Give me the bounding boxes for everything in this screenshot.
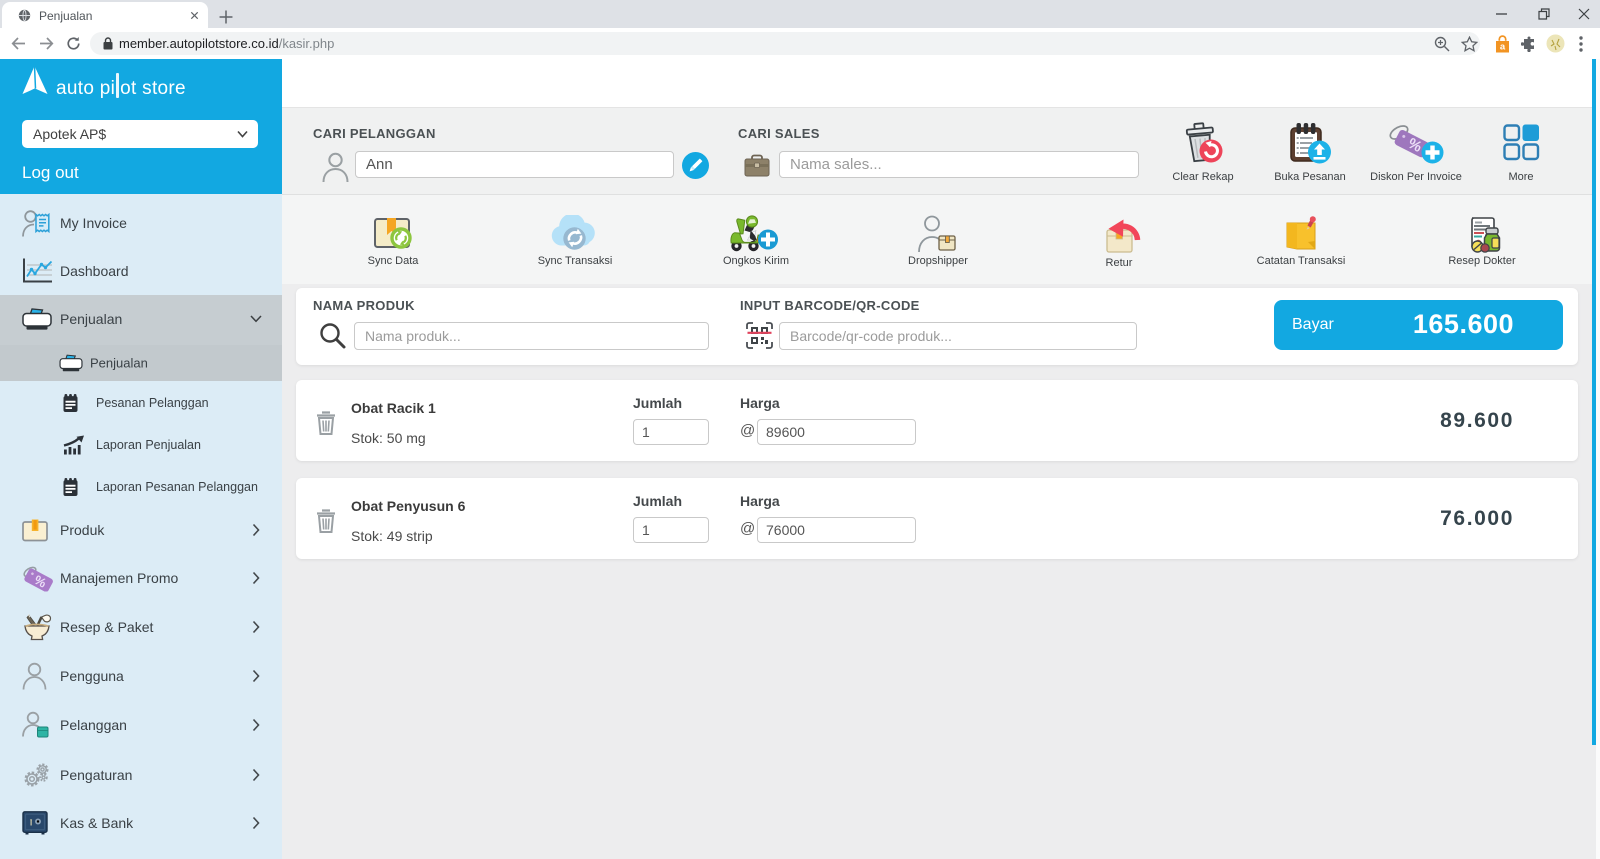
svg-text:a: a <box>1500 42 1506 53</box>
